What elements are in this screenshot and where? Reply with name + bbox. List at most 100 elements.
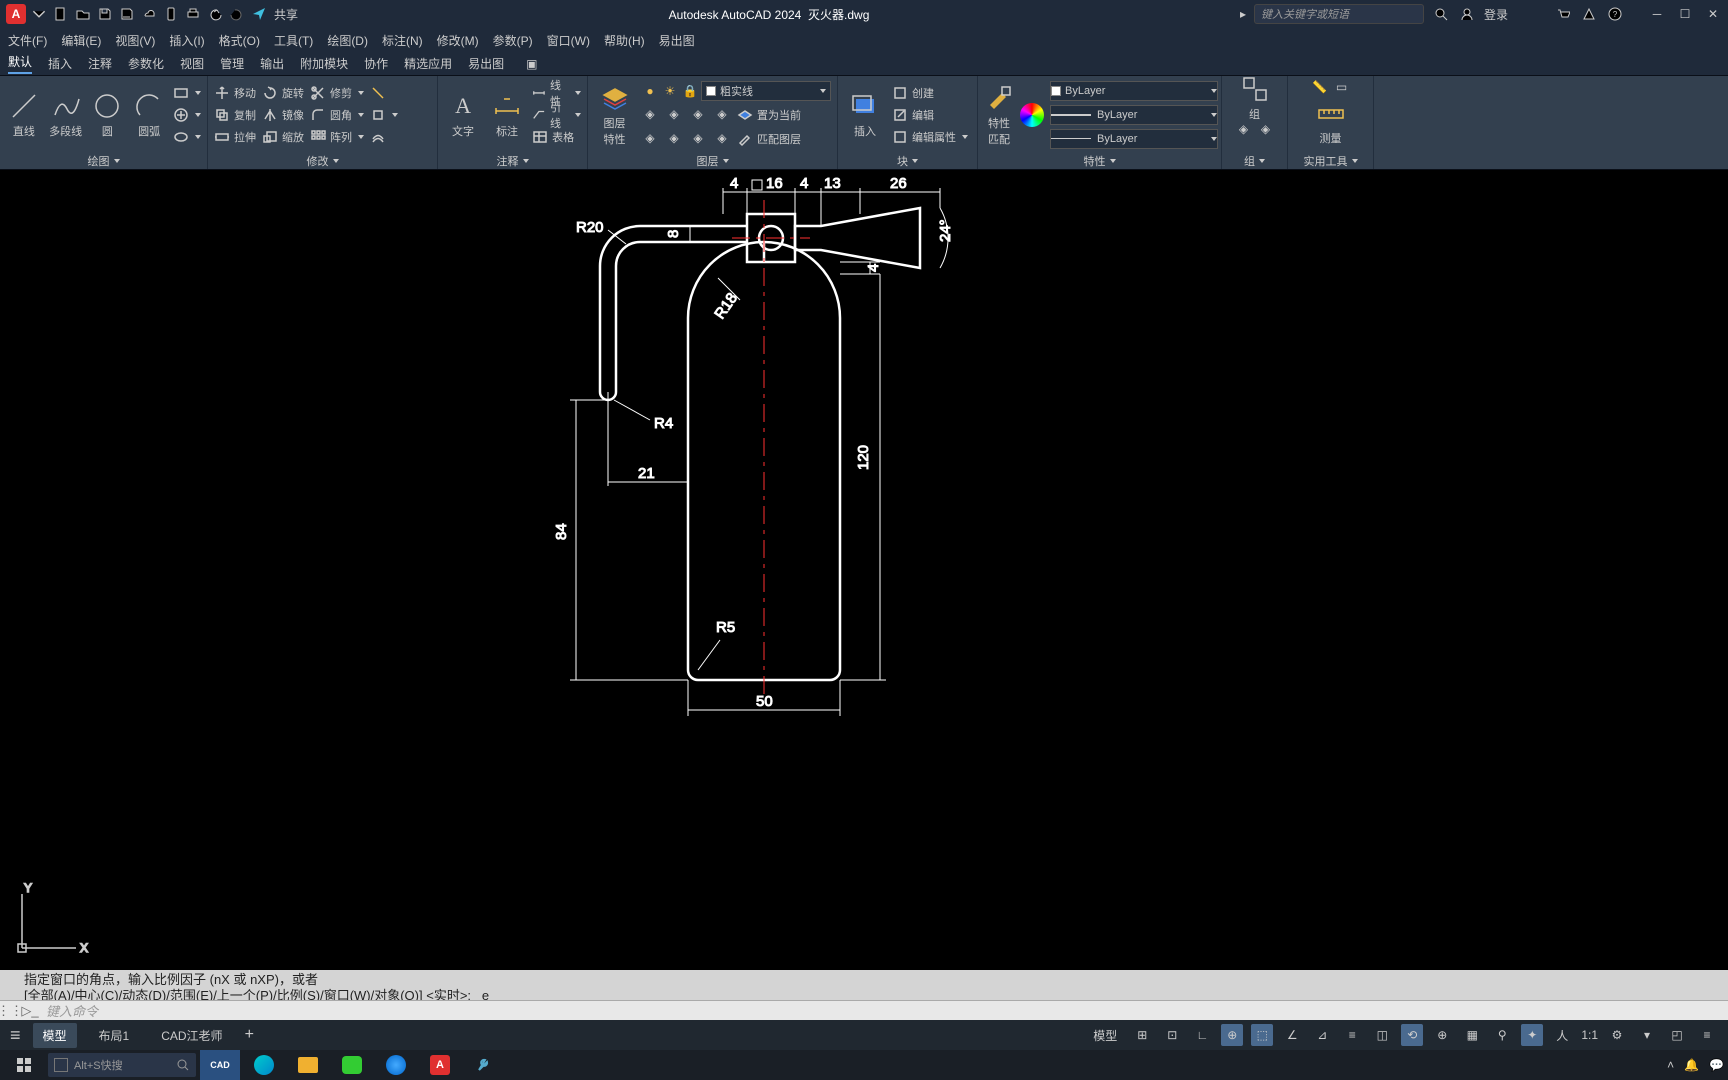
command-handle-icon[interactable]: ⋮⋮: [0, 1003, 20, 1019]
status-gear-icon[interactable]: ⚙: [1606, 1024, 1628, 1046]
status-isoplane-icon[interactable]: ▾: [1636, 1024, 1658, 1046]
status-osnap-icon[interactable]: ⬚: [1251, 1024, 1273, 1046]
insert-button[interactable]: 插入: [844, 85, 886, 145]
menu-tools[interactable]: 工具(T): [274, 32, 313, 49]
panel-block-title[interactable]: 块: [838, 153, 977, 169]
trim-button[interactable]: 修剪: [310, 83, 364, 103]
tray-notif-icon[interactable]: 💬: [1709, 1058, 1724, 1072]
panel-modify-title[interactable]: 修改: [208, 153, 437, 169]
new-icon[interactable]: [52, 5, 70, 23]
layout-menu-icon[interactable]: ≡: [10, 1025, 21, 1046]
move-button[interactable]: 移动: [214, 83, 256, 103]
tab-model[interactable]: 模型: [33, 1023, 77, 1048]
tab-collab[interactable]: 协作: [364, 55, 388, 72]
array-button[interactable]: 阵列: [310, 127, 364, 147]
status-custom-icon[interactable]: ≡: [1696, 1024, 1718, 1046]
measure-button[interactable]: 测量: [1310, 102, 1352, 142]
explode-button[interactable]: [370, 105, 398, 125]
login-label[interactable]: 登录: [1484, 6, 1508, 23]
status-dyn-icon[interactable]: ⊕: [1431, 1024, 1453, 1046]
group-tool-1[interactable]: ◈: [1235, 120, 1253, 138]
search-input[interactable]: 键入关键字或短语: [1254, 4, 1424, 24]
text-button[interactable]: A文字: [444, 85, 482, 145]
start-icon[interactable]: [4, 1050, 44, 1080]
tab-add-icon[interactable]: +: [245, 1026, 254, 1044]
layer-current-combo[interactable]: 粗实线: [701, 81, 831, 101]
redo-icon[interactable]: [228, 5, 246, 23]
status-scale-label[interactable]: 1:1: [1581, 1028, 1598, 1042]
layer-tool-1[interactable]: ◈: [641, 105, 659, 123]
block-attr-button[interactable]: 编辑属性: [892, 127, 968, 147]
dim-button[interactable]: 标注: [488, 85, 526, 145]
tab-default[interactable]: 默认: [8, 53, 32, 74]
tab-extra-icon[interactable]: ▣: [526, 57, 537, 71]
taskbar-search[interactable]: Alt+S快搜: [48, 1053, 196, 1077]
erase-button[interactable]: [370, 83, 398, 103]
command-input[interactable]: 键入命令: [40, 1001, 1728, 1020]
panel-util-title[interactable]: 实用工具: [1288, 153, 1373, 169]
phone-icon[interactable]: [162, 5, 180, 23]
tab-insert[interactable]: 插入: [48, 55, 72, 72]
util-ruler-icon[interactable]: 📏: [1311, 78, 1329, 96]
layer-bulb-icon[interactable]: ●: [641, 82, 659, 100]
status-ortho-icon[interactable]: ∟: [1191, 1024, 1213, 1046]
layer-tool-7[interactable]: ◈: [689, 129, 707, 147]
user-icon[interactable]: [1458, 5, 1476, 23]
linetype-combo[interactable]: ByLayer: [1050, 129, 1218, 149]
tab-yct[interactable]: 易出图: [468, 55, 504, 72]
tab-output[interactable]: 输出: [260, 55, 284, 72]
print-icon[interactable]: [184, 5, 202, 23]
search-icon[interactable]: [1432, 5, 1450, 23]
group-button[interactable]: 组: [1234, 78, 1276, 118]
taskbar-wechat-icon[interactable]: [332, 1050, 372, 1080]
layer-sun-icon[interactable]: ☀: [661, 82, 679, 100]
offset-button[interactable]: [370, 127, 398, 147]
status-clean-icon[interactable]: ◰: [1666, 1024, 1688, 1046]
tray-ime-icon[interactable]: 🔔: [1684, 1058, 1699, 1072]
matchprop-button[interactable]: 特性 匹配: [984, 85, 1014, 145]
status-grid-icon[interactable]: ⊞: [1131, 1024, 1153, 1046]
tab-annot[interactable]: 注释: [88, 55, 112, 72]
status-qp-icon[interactable]: ▦: [1461, 1024, 1483, 1046]
share-label[interactable]: 共享: [274, 6, 298, 23]
help-icon[interactable]: ?: [1606, 5, 1624, 23]
color-combo[interactable]: ByLayer: [1050, 81, 1218, 101]
polyline-button[interactable]: 多段线: [48, 85, 84, 145]
menu-dim[interactable]: 标注(N): [382, 32, 423, 49]
tray-up-icon[interactable]: ˄: [1667, 1058, 1674, 1072]
app-menu-icon[interactable]: A: [6, 4, 26, 24]
panel-prop-title[interactable]: 特性: [978, 153, 1221, 169]
saveas-icon[interactable]: [118, 5, 136, 23]
status-3dosnap-icon[interactable]: ∠: [1281, 1024, 1303, 1046]
layer-tool-4[interactable]: ◈: [713, 105, 731, 123]
share-plane-icon[interactable]: [250, 5, 268, 23]
status-polar-icon[interactable]: ⊕: [1221, 1024, 1243, 1046]
layer-tool-2[interactable]: ◈: [665, 105, 683, 123]
layer-tool-6[interactable]: ◈: [665, 129, 683, 147]
layer-lock-icon[interactable]: 🔒: [681, 82, 699, 100]
leader-button[interactable]: 引线: [532, 105, 581, 125]
panel-draw-title[interactable]: 绘图: [0, 153, 207, 169]
taskbar-edge-icon[interactable]: [244, 1050, 284, 1080]
status-ws-icon[interactable]: 人: [1551, 1024, 1573, 1046]
hatch-button[interactable]: [173, 105, 201, 125]
panel-layer-title[interactable]: 图层: [588, 153, 837, 169]
cloud-icon[interactable]: [140, 5, 158, 23]
copy-button[interactable]: 复制: [214, 105, 256, 125]
menu-draw[interactable]: 绘图(D): [327, 32, 368, 49]
status-annoauto-icon[interactable]: ✦: [1521, 1024, 1543, 1046]
scale-button[interactable]: 缩放: [262, 127, 304, 147]
menu-yct[interactable]: 易出图: [659, 32, 695, 49]
color-wheel-icon[interactable]: [1020, 103, 1044, 127]
ellipse-button[interactable]: [173, 127, 201, 147]
panel-group-title[interactable]: 组: [1222, 153, 1287, 169]
panel-annot-title[interactable]: 注释: [438, 153, 587, 169]
rect-button[interactable]: [173, 83, 201, 103]
status-lwt-icon[interactable]: ≡: [1341, 1024, 1363, 1046]
menu-format[interactable]: 格式(O): [219, 32, 260, 49]
menu-file[interactable]: 文件(F): [8, 32, 47, 49]
tab-featured[interactable]: 精选应用: [404, 55, 452, 72]
lineweight-combo[interactable]: ByLayer: [1050, 105, 1218, 125]
block-create-button[interactable]: 创建: [892, 83, 968, 103]
tab-manage[interactable]: 管理: [220, 55, 244, 72]
